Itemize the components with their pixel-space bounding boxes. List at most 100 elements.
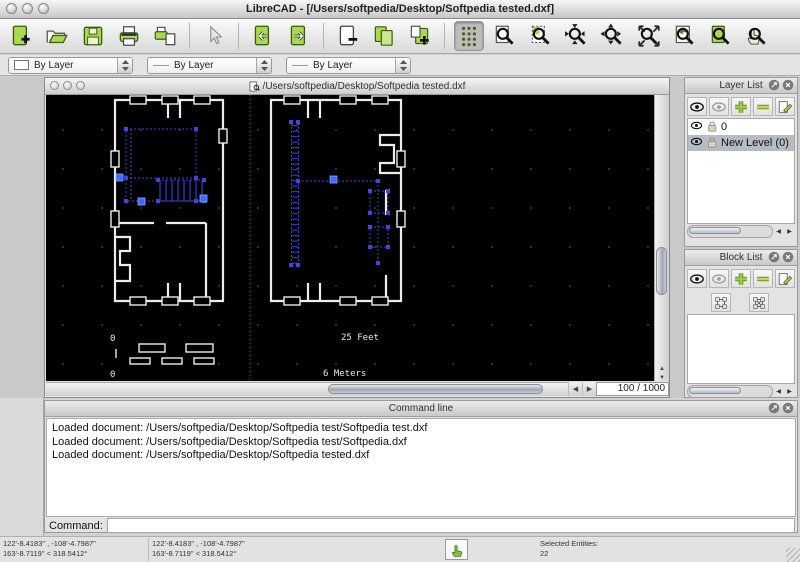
doc-minimize-icon[interactable] — [63, 81, 72, 90]
copy-button[interactable] — [369, 21, 399, 51]
float-panel-icon[interactable] — [768, 402, 780, 414]
edit-layer-button[interactable] — [775, 97, 795, 116]
open-file-button[interactable] — [42, 21, 72, 51]
scroll-up-icon[interactable]: ▲ — [659, 365, 665, 374]
layer-list-panel: Layer List 0 New Level (0) ◀ ▶ — [684, 77, 798, 247]
canvas-horizontal-scrollbar[interactable] — [46, 381, 568, 396]
layer-row[interactable]: 0 — [688, 119, 794, 135]
insert-block-button[interactable] — [749, 293, 769, 312]
layer-lock-icon[interactable] — [706, 120, 718, 135]
window-resize-grip[interactable] — [786, 548, 800, 562]
add-block-button[interactable] — [731, 269, 751, 288]
zoom-in-button[interactable] — [562, 21, 592, 51]
scroll-right-icon[interactable]: ▶ — [784, 388, 795, 395]
zoom-pan-button[interactable] — [742, 21, 772, 51]
stepper-arrows-icon[interactable] — [117, 57, 132, 73]
paste-button[interactable] — [405, 21, 435, 51]
doc-zoom-icon[interactable] — [76, 81, 85, 90]
command-history: Loaded document: /Users/softpedia/Deskto… — [46, 418, 796, 517]
hide-all-layers-button[interactable] — [709, 97, 729, 116]
new-file-button[interactable] — [6, 21, 36, 51]
show-all-layers-button[interactable] — [687, 97, 707, 116]
libreCAD-window: LibreCAD - [/Users/softpedia/Desktop/Sof… — [0, 0, 800, 562]
layer-row[interactable]: New Level (0) — [688, 135, 794, 151]
block-list-toolbar — [685, 266, 797, 290]
close-panel-icon[interactable] — [782, 79, 794, 91]
edit-block-button[interactable] — [711, 293, 731, 312]
canvas-bottom-bar: ◀ ▶ 100 / 1000 — [46, 381, 669, 396]
scroll-thumb[interactable] — [689, 387, 742, 394]
float-panel-icon[interactable] — [768, 251, 780, 263]
snap-hand-button[interactable] — [445, 539, 468, 560]
rel-coords-cartesian: 122'-8.4183" , -108'-4.7987" — [152, 539, 245, 548]
vscroll-thumb[interactable] — [656, 247, 667, 295]
zoom-previous-button[interactable] — [670, 21, 700, 51]
close-panel-icon[interactable] — [782, 402, 794, 414]
remove-block-button[interactable] — [753, 269, 773, 288]
layer-visibility-icon[interactable] — [690, 135, 703, 151]
block-list-scrollbar[interactable]: ◀ ▶ — [687, 385, 795, 398]
selection-pointer-button[interactable] — [199, 21, 229, 51]
traffic-lights — [6, 3, 49, 14]
layer-name: New Level (0) — [721, 137, 789, 149]
scroll-left-icon[interactable]: ◀ — [773, 388, 784, 395]
save-file-button[interactable] — [78, 21, 108, 51]
command-line-panel: Command line Loaded document: /Users/sof… — [44, 400, 798, 533]
command-line-titlebar[interactable]: Command line — [45, 401, 797, 417]
edit-block-attributes-button[interactable] — [775, 269, 795, 288]
layer-visibility-icon[interactable] — [690, 119, 703, 135]
block-list-titlebar[interactable]: Block List — [685, 250, 797, 266]
document-window: /Users/softpedia/Desktop/Softpedia teste… — [44, 77, 670, 398]
show-all-blocks-button[interactable] — [687, 269, 707, 288]
float-panel-icon[interactable] — [768, 79, 780, 91]
hscroll-thumb[interactable] — [328, 383, 543, 394]
zoom-window-icon[interactable] — [38, 3, 49, 14]
layer-list-scrollbar[interactable]: ◀ ▶ — [687, 225, 795, 238]
pen-width-combo[interactable]: By Layer — [147, 56, 272, 74]
redo-button[interactable] — [284, 21, 314, 51]
zoom-selected-button[interactable] — [706, 21, 736, 51]
close-window-icon[interactable] — [6, 3, 17, 14]
hide-all-blocks-button[interactable] — [709, 269, 729, 288]
undo-button[interactable] — [248, 21, 278, 51]
command-prompt-row: Command: — [45, 518, 797, 533]
zoom-out-button[interactable] — [598, 21, 628, 51]
zoom-ratio-indicator: 100 / 1000 — [596, 381, 669, 396]
scroll-right-icon[interactable]: ▶ — [582, 381, 596, 396]
scroll-thumb[interactable] — [689, 227, 742, 234]
zoom-window-button[interactable] — [526, 21, 556, 51]
canvas-vertical-scrollbar[interactable]: ▲ ▼ — [654, 95, 669, 383]
scroll-left-icon[interactable]: ◀ — [568, 381, 582, 396]
drawing-canvas[interactable]: 0 0 25 Feet 6 Meters — [46, 95, 654, 383]
scale-meters-label: 6 Meters — [323, 369, 366, 379]
cut-button[interactable] — [333, 21, 363, 51]
pen-color-combo[interactable]: By Layer — [8, 56, 133, 74]
print-button[interactable] — [114, 21, 144, 51]
document-titlebar[interactable]: /Users/softpedia/Desktop/Softpedia teste… — [45, 78, 669, 95]
toolbar-separator — [189, 23, 190, 49]
redraw-button[interactable] — [490, 21, 520, 51]
block-list-panel: Block List ◀ ▶ — [684, 249, 798, 398]
add-layer-button[interactable] — [731, 97, 751, 116]
block-list-toolbar-row2 — [685, 290, 797, 314]
selected-entities-count: 22 — [540, 549, 549, 558]
grid-toggle-button[interactable] — [454, 21, 484, 51]
scale-feet-label: 25 Feet — [341, 333, 379, 343]
stepper-arrows-icon[interactable] — [395, 57, 410, 73]
remove-layer-button[interactable] — [753, 97, 773, 116]
pen-width-value: By Layer — [174, 59, 214, 71]
width-swatch-icon — [153, 64, 169, 66]
command-history-line: Loaded document: /Users/softpedia/Deskto… — [52, 449, 370, 461]
minimize-window-icon[interactable] — [22, 3, 33, 14]
layer-lock-icon[interactable] — [706, 136, 718, 151]
pen-linetype-combo[interactable]: By Layer — [286, 56, 411, 74]
scroll-right-icon[interactable]: ▶ — [784, 228, 795, 235]
doc-close-icon[interactable] — [50, 81, 59, 90]
print-preview-button[interactable] — [150, 21, 180, 51]
auto-zoom-button[interactable] — [634, 21, 664, 51]
layer-list-titlebar[interactable]: Layer List — [685, 78, 797, 94]
command-input[interactable] — [106, 518, 795, 533]
close-panel-icon[interactable] — [782, 251, 794, 263]
scroll-left-icon[interactable]: ◀ — [773, 228, 784, 235]
stepper-arrows-icon[interactable] — [256, 57, 271, 73]
